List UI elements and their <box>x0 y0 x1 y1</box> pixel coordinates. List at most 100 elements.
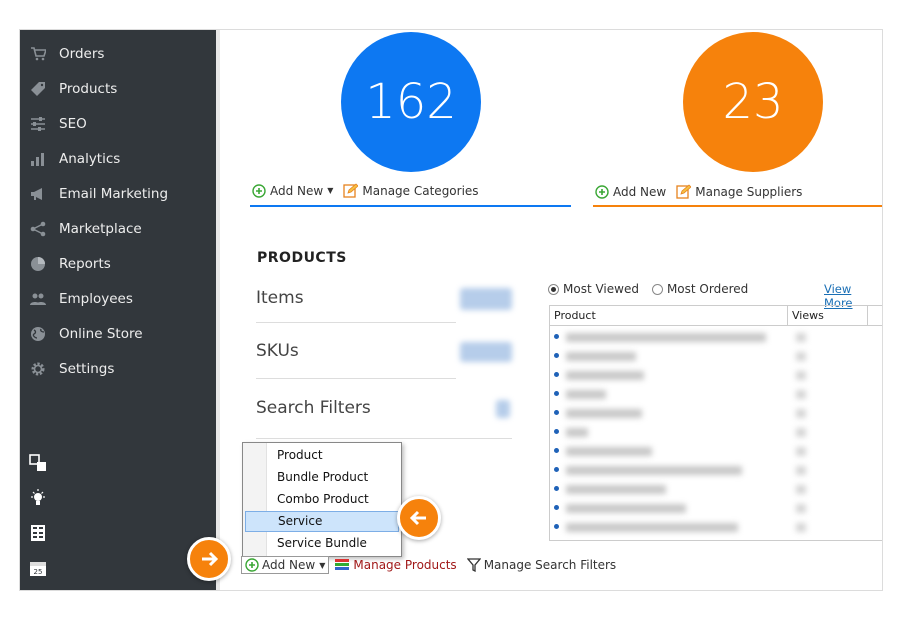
stat-search-filters-label: Search Filters <box>256 398 371 418</box>
column-header-product[interactable]: Product <box>550 306 788 325</box>
sidebar-item-label: Employees <box>59 290 133 307</box>
sidebar-item-label: Settings <box>59 360 115 377</box>
suppliers-count: 23 <box>722 74 784 130</box>
sidebar-item-reports[interactable]: Reports <box>20 246 216 281</box>
manage-suppliers-link[interactable]: Manage Suppliers <box>695 185 802 199</box>
calculator-icon[interactable] <box>29 524 47 542</box>
sidebar-item-email-marketing[interactable]: Email Marketing <box>20 176 216 211</box>
manage-categories-link[interactable]: Manage Categories <box>362 184 478 198</box>
column-header-views[interactable]: Views <box>788 306 868 325</box>
suppliers-count-circle: 23 <box>683 32 823 172</box>
table-row[interactable] <box>550 442 880 461</box>
menu-item-combo-product[interactable]: Combo Product <box>245 489 399 510</box>
views-obscured <box>796 390 806 399</box>
grid-mode-radios: Most Viewed Most Ordered <box>548 282 748 296</box>
sidebar-item-label: Analytics <box>59 150 121 167</box>
product-name-obscured <box>566 428 588 437</box>
stat-items-label: Items <box>256 288 304 308</box>
categories-add-new-link[interactable]: Add New <box>270 184 323 198</box>
users-icon <box>29 291 47 307</box>
most-ordered-radio[interactable] <box>651 283 663 295</box>
arrow-right-icon <box>202 551 219 567</box>
table-row[interactable] <box>550 499 880 518</box>
menu-item-product[interactable]: Product <box>245 445 399 466</box>
cart-icon <box>29 46 47 62</box>
sidebar-item-label: Online Store <box>59 325 143 342</box>
menu-item-bundle-product[interactable]: Bundle Product <box>245 467 399 488</box>
most-ordered-label[interactable]: Most Ordered <box>667 282 748 296</box>
add-icon <box>595 184 609 199</box>
suppliers-add-new-link[interactable]: Add New <box>613 185 666 199</box>
table-row[interactable] <box>550 404 880 423</box>
bullet-icon <box>554 372 559 377</box>
bar-chart-icon <box>29 151 47 167</box>
products-actions: Add New ▼ Manage Products Manage Search … <box>241 556 616 574</box>
table-row[interactable] <box>550 347 880 366</box>
stat-skus-label: SKUs <box>256 341 299 361</box>
table-row[interactable] <box>550 366 880 385</box>
sidebar-item-settings[interactable]: Settings <box>20 351 216 386</box>
product-name-obscured <box>566 352 636 361</box>
table-row[interactable] <box>550 461 880 480</box>
filter-icon <box>466 558 481 572</box>
gear-icon <box>29 361 47 377</box>
views-obscured <box>796 428 806 437</box>
add-new-button[interactable]: Add New ▼ <box>241 556 330 574</box>
product-name-obscured <box>566 466 742 475</box>
bullet-icon <box>554 467 559 472</box>
sidebar-divider <box>216 30 220 590</box>
manage-products-link[interactable]: Manage Products <box>353 558 456 572</box>
callout-arrow-left <box>397 496 441 540</box>
bullet-icon <box>554 448 559 453</box>
sidebar-item-orders[interactable]: Orders <box>20 36 216 71</box>
bullet-icon <box>554 410 559 415</box>
layout-icon[interactable] <box>29 454 47 472</box>
bullet-icon <box>554 429 559 434</box>
sidebar-item-label: SEO <box>59 115 87 132</box>
table-row[interactable] <box>550 385 880 404</box>
bullet-icon <box>554 353 559 358</box>
sidebar-item-marketplace[interactable]: Marketplace <box>20 211 216 246</box>
add-new-label: Add New <box>262 558 316 572</box>
stat-skus-value <box>460 342 512 362</box>
sidebar-item-analytics[interactable]: Analytics <box>20 141 216 176</box>
edit-icon <box>343 183 359 198</box>
share-icon <box>29 221 47 237</box>
sidebar-item-label: Email Marketing <box>59 185 169 202</box>
table-row[interactable] <box>550 328 880 347</box>
sidebar: Orders Products SEO Analytics Email Mark… <box>20 30 216 590</box>
table-row[interactable] <box>550 518 880 537</box>
add-icon <box>245 558 259 572</box>
most-viewed-label[interactable]: Most Viewed <box>563 282 639 296</box>
table-row[interactable] <box>550 423 880 442</box>
menu-item-service[interactable]: Service <box>245 511 399 532</box>
divider <box>256 378 456 379</box>
product-name-obscured <box>566 485 666 494</box>
product-name-obscured <box>566 371 644 380</box>
chevron-down-icon[interactable]: ▼ <box>327 186 333 195</box>
chevron-down-icon: ▼ <box>319 560 326 570</box>
app-window: Orders Products SEO Analytics Email Mark… <box>19 29 883 591</box>
manage-search-filters-link[interactable]: Manage Search Filters <box>484 558 617 572</box>
views-obscured <box>796 485 806 494</box>
sidebar-item-online-store[interactable]: Online Store <box>20 316 216 351</box>
sidebar-item-seo[interactable]: SEO <box>20 106 216 141</box>
tag-icon <box>29 81 47 97</box>
sidebar-item-employees[interactable]: Employees <box>20 281 216 316</box>
views-obscured <box>796 466 806 475</box>
divider <box>256 322 456 323</box>
calendar-icon[interactable]: 25 <box>29 559 47 577</box>
menu-item-service-bundle[interactable]: Service Bundle <box>245 533 399 554</box>
add-new-dropdown-menu: Product Bundle Product Combo Product Ser… <box>242 442 402 557</box>
sidebar-item-products[interactable]: Products <box>20 71 216 106</box>
table-row[interactable] <box>550 480 880 499</box>
lightbulb-icon[interactable] <box>29 489 47 507</box>
sidebar-item-label: Orders <box>59 45 105 62</box>
top-products-grid: Product Views <box>549 305 882 541</box>
categories-count-circle: 162 <box>341 32 481 172</box>
product-name-obscured <box>566 523 738 532</box>
most-viewed-radio[interactable] <box>548 283 559 295</box>
megaphone-icon <box>29 186 47 202</box>
views-obscured <box>796 333 806 342</box>
callout-arrow-right <box>187 537 231 581</box>
